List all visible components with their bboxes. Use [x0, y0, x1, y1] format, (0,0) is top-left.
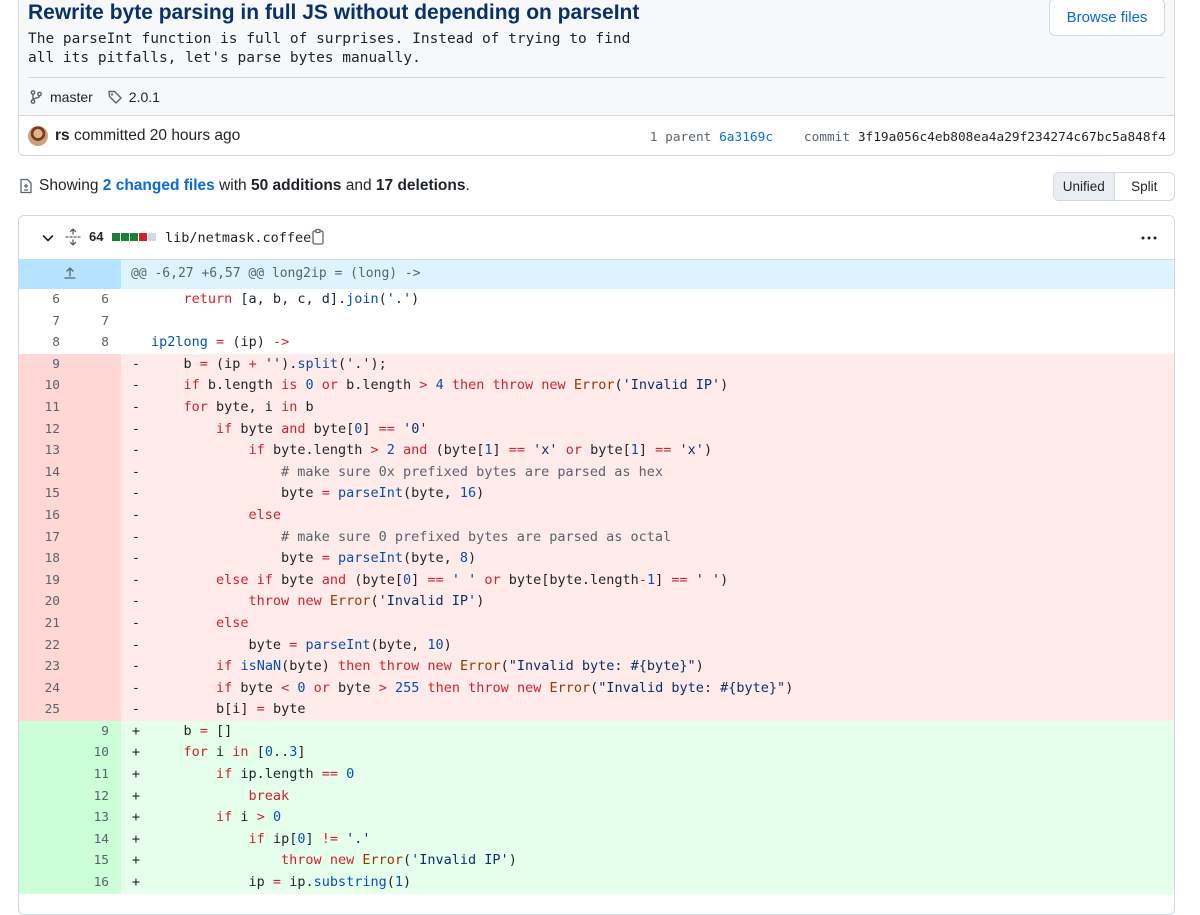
hunk-header: @@ -6,27 +6,57 @@ long2ip = (long) ->	[19, 260, 1174, 289]
diff-row-added: 15 + throw new Error('Invalid IP')	[19, 850, 1174, 873]
expand-all-icon[interactable]	[65, 228, 81, 246]
diff-lines: 66 return [a, b, c, d].join('.') 77 88 i…	[19, 289, 1174, 894]
branch-icon	[30, 90, 42, 104]
divider	[28, 77, 1165, 78]
chevron-down-icon[interactable]	[40, 230, 56, 246]
committed-time: committed 20 hours ago	[73, 127, 241, 144]
tag-ref[interactable]: 2.0.1	[107, 89, 160, 105]
diff-row-added: 16 + ip = ip.substring(1)	[19, 872, 1174, 894]
author-name[interactable]: rs	[55, 127, 70, 144]
diff-row-deleted: 19 - else if byte and (byte[0] == ' ' or…	[19, 569, 1174, 592]
diff-row-deleted: 14 - # make sure 0x prefixed bytes are p…	[19, 461, 1174, 484]
diff-row-deleted: 9 - b = (ip + '').split('.');	[19, 353, 1174, 376]
copy-icon[interactable]	[310, 228, 326, 246]
showing-text: Showing	[39, 177, 99, 194]
deletions-count: 17 deletions	[375, 177, 466, 194]
diff-row-deleted: 25 - b[i] = byte	[19, 699, 1174, 721]
avatar[interactable]	[28, 126, 48, 146]
diff-row-deleted: 23 - if isNaN(byte) then throw new Error…	[19, 656, 1174, 678]
diff-row: 77	[52, 313, 109, 329]
diff-row-deleted: 20 - throw new Error('Invalid IP')	[19, 591, 1174, 613]
diff-view-toggle: Unified Split	[1053, 172, 1175, 201]
commit-summary-panel: Rewrite byte parsing in full JS without …	[19, 0, 1174, 115]
diff-row-deleted: 15 - byte = parseInt(byte, 16)	[19, 483, 1174, 505]
branch-name: master	[50, 89, 93, 105]
diffstat-bar	[112, 233, 156, 241]
split-view-button[interactable]: Split	[1115, 173, 1175, 200]
diff-row: 66 return [a, b, c, d].join('.')	[52, 291, 420, 307]
commit-description: The parseInt function is full of surpris…	[28, 31, 631, 66]
diff-row-deleted: 10 - if b.length is 0 or b.length > 4 th…	[19, 375, 1174, 397]
diffstat-deleted-block	[139, 233, 147, 241]
parent-label: 1 parent	[649, 130, 712, 145]
diff-row-added: 9 + b = []	[19, 720, 1174, 743]
file-diff-icon	[20, 178, 32, 194]
file-diff: 64 lib/netmask.coffee @@ -6,27 +6,57 @@ …	[18, 215, 1175, 915]
diff-row-deleted: 21 - else	[19, 612, 1174, 635]
diff-row-deleted: 17 - # make sure 0 prefixed bytes are pa…	[19, 526, 1174, 549]
commit-sha: 3f19a056c4eb808ea4a29f234274c67bc5a848f4	[857, 130, 1166, 145]
diff-row-deleted: 22 - byte = parseInt(byte, 10)	[19, 634, 1174, 657]
diff-row-deleted: 18 - byte = parseInt(byte, 8)	[19, 548, 1174, 570]
diff-summary: Showing 2 changed files with 50 addition…	[18, 176, 470, 196]
diffstat-added-block	[121, 233, 129, 241]
commit-refs: master 2.0.1	[28, 87, 174, 107]
changed-files-link[interactable]: 2 changed files	[103, 177, 215, 195]
additions-count: 50 additions	[250, 177, 342, 194]
parent-sha-link[interactable]: 6a3169c	[719, 130, 773, 145]
with-text: with	[219, 177, 247, 194]
period-text: .	[465, 177, 470, 194]
author-line: rs committed 20 hours ago	[55, 127, 240, 145]
file-name-link[interactable]: lib/netmask.coffee	[165, 230, 311, 246]
and-text: and	[345, 177, 372, 194]
diff-row-added: 11 + if ip.length == 0	[19, 764, 1174, 786]
expand-up-icon	[64, 267, 76, 279]
diff-row-added: 14 + if ip[0] != '.'	[19, 828, 1174, 851]
expand-up-button[interactable]	[19, 260, 121, 289]
file-header: 64 lib/netmask.coffee	[19, 216, 1174, 260]
diffstat-neutral-block	[148, 233, 156, 241]
diffstat-added-block	[130, 233, 138, 241]
browse-files-button[interactable]: Browse files	[1049, 0, 1165, 36]
hunk-header-text: @@ -6,27 +6,57 @@ long2ip = (long) ->	[131, 266, 421, 281]
commit-label: commit	[803, 130, 851, 145]
diff-row-deleted: 13 - if byte.length > 2 and (byte[1] == …	[19, 440, 1174, 462]
more-options-icon[interactable]	[1140, 230, 1158, 246]
unified-view-button[interactable]: Unified	[1054, 173, 1115, 200]
commit-author-bar: rs committed 20 hours ago 1 parent 6a316…	[19, 115, 1174, 155]
diff-row-deleted: 12 - if byte and byte[0] == '0'	[19, 418, 1174, 441]
diff-row-added: 13 + if i > 0	[19, 807, 1174, 829]
commit-header: Rewrite byte parsing in full JS without …	[18, 0, 1175, 156]
commit-title: Rewrite byte parsing in full JS without …	[28, 1, 640, 24]
commit-meta: 1 parent 6a3169c commit 3f19a056c4eb808e…	[650, 130, 1166, 145]
diff-row: 88 ip2long = (ip) ->	[52, 334, 290, 351]
diff-row-added: 10 + for i in [0..3]	[19, 742, 1174, 765]
diffstat-added-block	[112, 233, 120, 241]
diff-row-added: 12 + break	[19, 785, 1174, 808]
tag-icon	[108, 90, 122, 104]
branch-ref[interactable]: master	[28, 89, 93, 105]
diff-row-deleted: 24 - if byte < 0 or byte > 255 then thro…	[19, 677, 1174, 700]
diff-row-deleted: 11 - for byte, i in b	[19, 396, 1174, 419]
changes-count: 64	[89, 229, 104, 244]
diff-row-deleted: 16 - else	[19, 504, 1174, 527]
tag-name: 2.0.1	[128, 89, 160, 105]
